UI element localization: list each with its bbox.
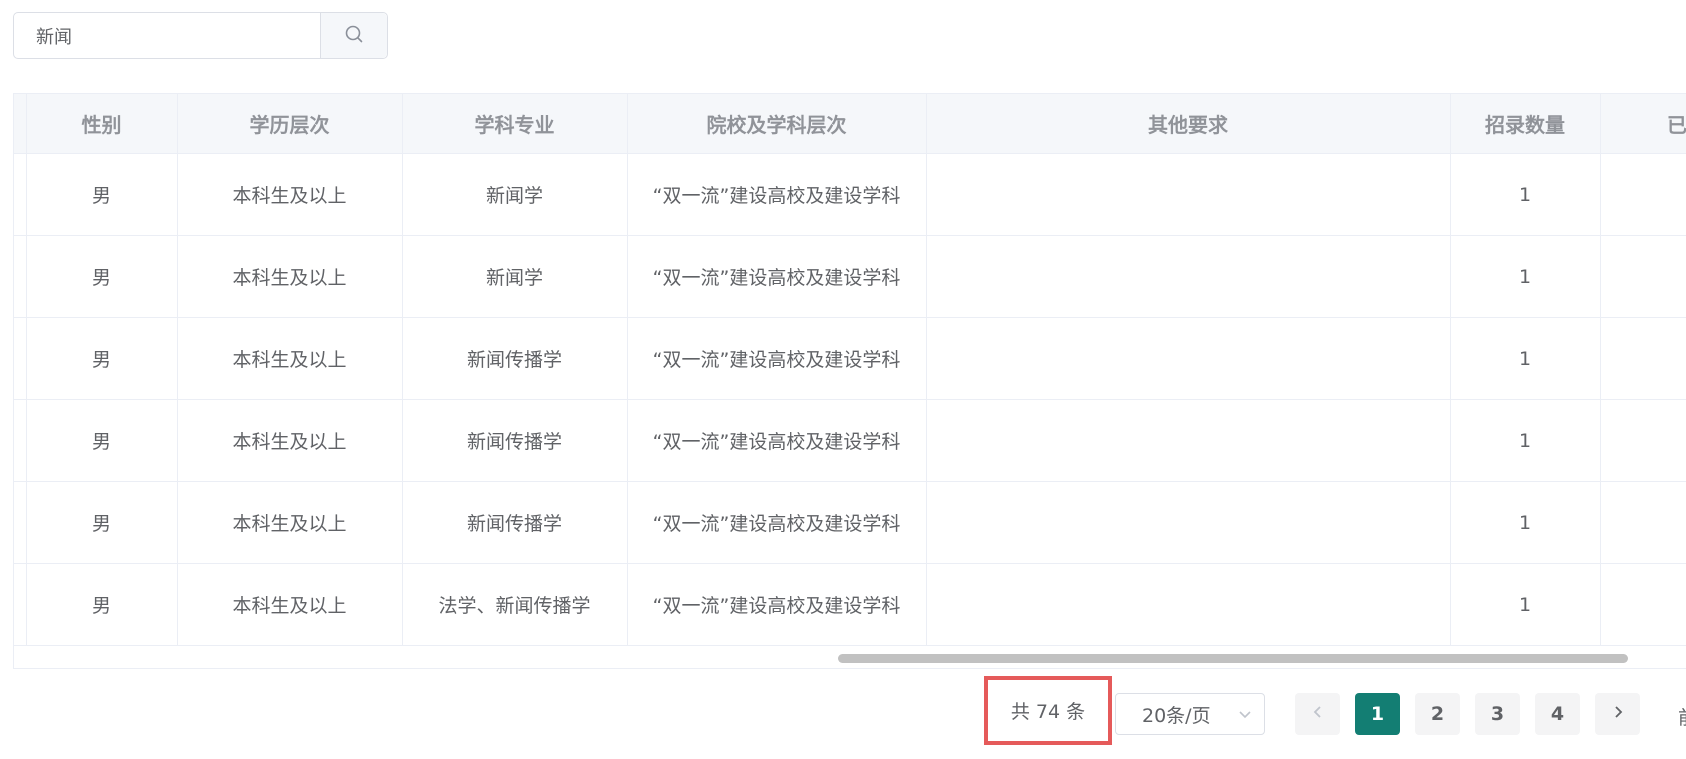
cell-school-level: “双一流”建设高校及建设学科 [627,481,927,564]
table-header-row: 性别 学历层次 学科专业 院校及学科层次 其他要求 招录数量 已报名 [14,94,1686,154]
cell-major: 新闻传播学 [402,317,628,400]
cell-registered [1600,399,1686,482]
cell-recruit-count: 1 [1450,153,1601,236]
col-header-gender[interactable]: 性别 [26,94,178,154]
chevron-left-icon [1310,703,1326,725]
cell-other-requirements [926,235,1451,318]
cell-school-level: “双一流”建设高校及建设学科 [627,399,927,482]
cell-leading [14,153,27,236]
total-count: 共 74 条 [984,676,1112,745]
cell-major: 新闻传播学 [402,481,628,564]
table-row[interactable]: 男本科生及以上 新闻传播学 “双一流”建设高校及建设学科 1 [14,317,1686,400]
col-header-school-level[interactable]: 院校及学科层次 [627,94,927,154]
cell-gender: 男 [26,563,178,646]
cell-registered [1600,563,1686,646]
chevron-down-icon [1236,705,1254,728]
cell-education: 本科生及以上 [177,563,403,646]
table-row[interactable]: 男本科生及以上 新闻传播学 “双一流”建设高校及建设学科 1 [14,481,1686,564]
col-header-recruit-count[interactable]: 招录数量 [1450,94,1601,154]
search-button[interactable] [320,13,387,58]
cell-recruit-count: 1 [1450,317,1601,400]
cell-leading [14,235,27,318]
cell-other-requirements [926,481,1451,564]
page-button-2[interactable]: 2 [1415,693,1460,735]
cell-registered [1600,235,1686,318]
cell-other-requirements [926,563,1451,646]
cell-other-requirements [926,399,1451,482]
page-size-select[interactable]: 20条/页 [1115,693,1265,735]
cell-major: 法学、新闻传播学 [402,563,628,646]
total-count-label: 共 74 条 [1010,701,1086,723]
cell-education: 本科生及以上 [177,399,403,482]
col-header-other-requirements[interactable]: 其他要求 [926,94,1451,154]
search-box [13,12,388,59]
prev-page-button[interactable] [1295,693,1340,735]
search-input[interactable] [14,13,320,58]
cell-recruit-count: 1 [1450,235,1601,318]
table-row[interactable]: 男本科生及以上 新闻传播学 “双一流”建设高校及建设学科 1 [14,399,1686,482]
cell-school-level: “双一流”建设高校及建设学科 [627,563,927,646]
col-header-major[interactable]: 学科专业 [402,94,628,154]
page-number: 1 [1370,703,1385,725]
cell-education: 本科生及以上 [177,153,403,236]
page-number: 4 [1550,703,1565,725]
page-size-label: 20条/页 [1142,704,1211,727]
cell-other-requirements [926,317,1451,400]
results-table: 性别 学历层次 学科专业 院校及学科层次 其他要求 招录数量 已报名 男本科生及… [14,94,1686,646]
cell-registered [1600,153,1686,236]
cell-school-level: “双一流”建设高校及建设学科 [627,153,927,236]
col-header-education[interactable]: 学历层次 [177,94,403,154]
cell-education: 本科生及以上 [177,235,403,318]
page-number: 3 [1490,703,1505,725]
data-table: 性别 学历层次 学科专业 院校及学科层次 其他要求 招录数量 已报名 男本科生及… [13,93,1686,669]
cell-other-requirements [926,153,1451,236]
page-button-1[interactable]: 1 [1355,693,1400,735]
cell-school-level: “双一流”建设高校及建设学科 [627,235,927,318]
page-jumper-label: 前 [1678,703,1686,730]
cell-education: 本科生及以上 [177,481,403,564]
table-row[interactable]: 男本科生及以上 新闻学 “双一流”建设高校及建设学科 1 [14,235,1686,318]
cell-gender: 男 [26,317,178,400]
chevron-right-icon [1610,703,1626,725]
cell-recruit-count: 1 [1450,563,1601,646]
cell-gender: 男 [26,399,178,482]
cell-gender: 男 [26,153,178,236]
cell-major: 新闻学 [402,235,628,318]
cell-major: 新闻学 [402,153,628,236]
cell-school-level: “双一流”建设高校及建设学科 [627,317,927,400]
cell-leading [14,317,27,400]
page-number: 2 [1430,703,1445,725]
cell-major: 新闻传播学 [402,399,628,482]
cell-gender: 男 [26,235,178,318]
col-header-leading [14,94,27,154]
horizontal-scrollbar[interactable] [838,654,1628,663]
search-icon [344,24,364,48]
cell-gender: 男 [26,481,178,564]
cell-leading [14,481,27,564]
table-row[interactable]: 男本科生及以上 法学、新闻传播学 “双一流”建设高校及建设学科 1 [14,563,1686,646]
table-row[interactable]: 男本科生及以上 新闻学 “双一流”建设高校及建设学科 1 [14,153,1686,236]
cell-recruit-count: 1 [1450,481,1601,564]
next-page-button[interactable] [1595,693,1640,735]
col-header-registered[interactable]: 已报名 [1600,94,1686,154]
cell-registered [1600,481,1686,564]
page-button-3[interactable]: 3 [1475,693,1520,735]
cell-leading [14,399,27,482]
cell-recruit-count: 1 [1450,399,1601,482]
page-button-4[interactable]: 4 [1535,693,1580,735]
cell-education: 本科生及以上 [177,317,403,400]
cell-registered [1600,317,1686,400]
cell-leading [14,563,27,646]
